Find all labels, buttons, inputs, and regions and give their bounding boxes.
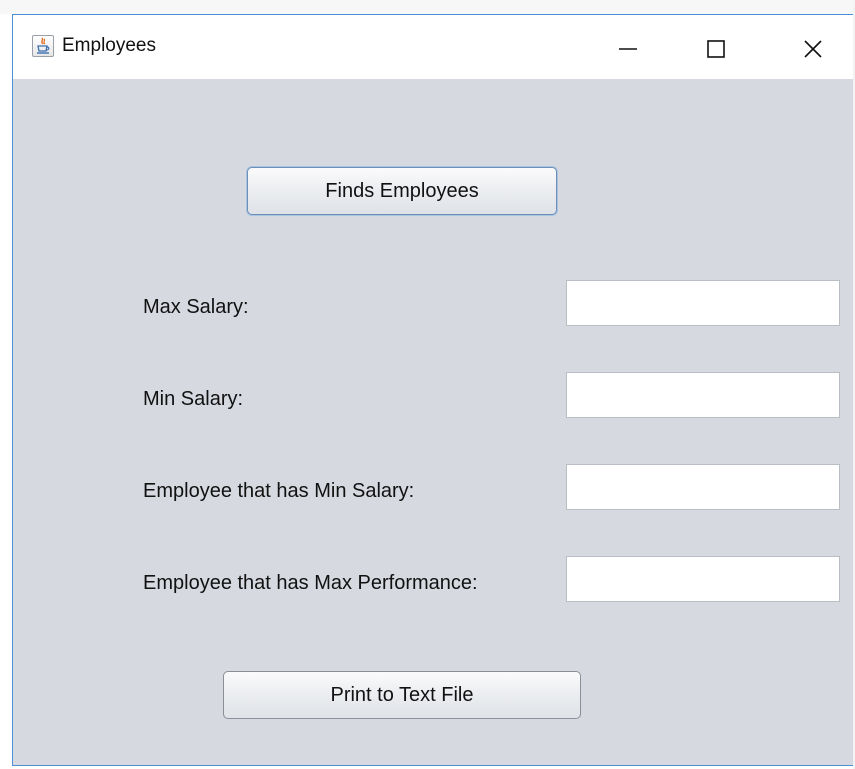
max-salary-label: Max Salary: (143, 296, 249, 318)
max-performance-employee-field[interactable] (566, 556, 840, 602)
max-salary-field[interactable] (566, 280, 840, 326)
max-performance-employee-label: Employee that has Max Performance: (143, 572, 478, 594)
maximize-button[interactable] (686, 29, 746, 69)
min-salary-employee-field[interactable] (566, 464, 840, 510)
min-salary-field[interactable] (566, 372, 840, 418)
minimize-button[interactable] (598, 29, 658, 69)
java-cup-icon (32, 35, 54, 57)
min-salary-employee-label: Employee that has Min Salary: (143, 480, 415, 502)
title-bar[interactable]: Employees (13, 15, 853, 79)
window-title: Employees (62, 35, 156, 56)
close-icon (804, 40, 822, 58)
form-panel: Finds Employees Max Salary: Min Salary: … (13, 79, 853, 767)
find-employees-button[interactable]: Finds Employees (247, 167, 557, 215)
minimize-icon (619, 48, 637, 50)
close-button[interactable] (783, 29, 843, 69)
maximize-icon (707, 40, 725, 58)
print-to-text-file-button[interactable]: Print to Text File (223, 671, 581, 719)
desktop-backdrop (0, 0, 855, 14)
min-salary-label: Min Salary: (143, 388, 244, 410)
employees-window: Employees Finds Employees Max Salary: Mi… (12, 14, 853, 766)
